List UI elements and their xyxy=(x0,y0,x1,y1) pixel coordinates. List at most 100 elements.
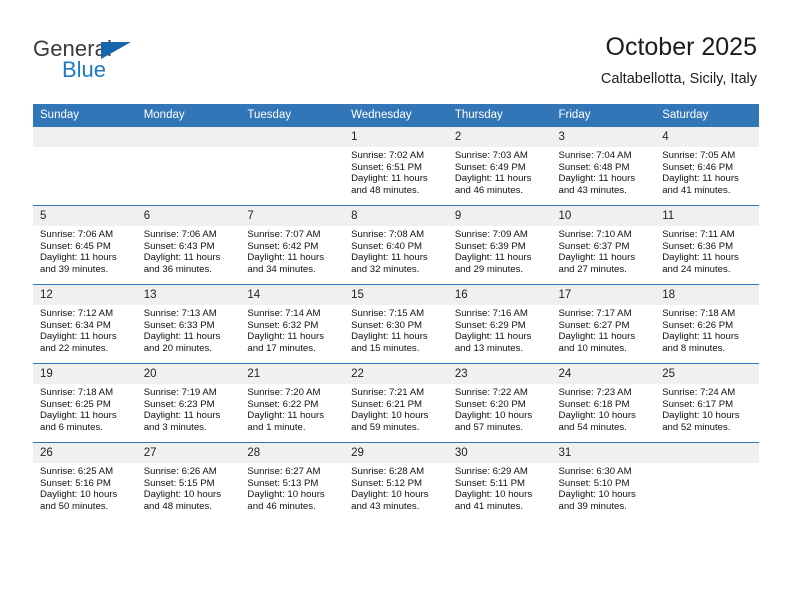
calendar-day-cell[interactable]: 29 Sunrise: 6:28 AM Sunset: 5:12 PM Dayligh… xyxy=(344,442,448,521)
calendar-week-row: 1 Sunrise: 7:02 AM Sunset: 6:51 PM Daylight… xyxy=(33,126,759,206)
calendar-day-cell[interactable]: 17 Sunrise: 7:17 AM Sunset: 6:27 PM Dayligh… xyxy=(551,284,656,364)
calendar-day-cell[interactable]: 18 Sunrise: 7:18 AM Sunset: 6:26 PM Dayligh… xyxy=(655,284,759,364)
day-number xyxy=(33,127,137,147)
calendar-day-cell[interactable]: 25 Sunrise: 7:24 AM Sunset: 6:17 PM Dayligh… xyxy=(655,363,759,443)
page-subtitle: Caltabellotta, Sicily, Italy xyxy=(600,71,757,87)
day-detail-line: Daylight: 11 hours xyxy=(143,331,221,343)
day-number: 5 xyxy=(33,206,137,226)
day-number: 6 xyxy=(136,206,241,226)
calendar-day-cell[interactable]: 14 Sunrise: 7:14 AM Sunset: 6:32 PM Dayligh… xyxy=(240,284,345,364)
calendar-day-cell[interactable]: 12 Sunrise: 7:12 AM Sunset: 6:34 PM Dayligh… xyxy=(33,284,137,364)
day-detail-line: Sunset: 6:25 PM xyxy=(40,398,111,410)
day-number: 14 xyxy=(240,285,345,305)
day-detail-line: Sunset: 5:12 PM xyxy=(351,477,423,489)
day-details: Sunrise: 7:19 AM Sunset: 6:23 PM Daylight:… xyxy=(137,384,241,433)
day-detail-line: Sunrise: 7:22 AM xyxy=(454,387,528,398)
day-details: Sunrise: 7:11 AM Sunset: 6:36 PM Daylight:… xyxy=(655,226,759,275)
day-detail-line: Daylight: 11 hours xyxy=(558,173,636,185)
calendar-week-row: 5 Sunrise: 7:06 AM Sunset: 6:45 PM Daylight… xyxy=(33,205,759,285)
day-details: Sunrise: 7:18 AM Sunset: 6:25 PM Daylight:… xyxy=(33,384,137,433)
title-block: October 2025 Caltabellotta, Sicily, Ital… xyxy=(601,32,757,89)
day-details: Sunrise: 7:14 AM Sunset: 6:32 PM Daylight:… xyxy=(240,305,344,354)
calendar-day-cell[interactable]: 13 Sunrise: 7:13 AM Sunset: 6:33 PM Dayligh… xyxy=(136,284,241,364)
page-header: General Blue October 2025 Caltabellotta,… xyxy=(0,0,792,100)
day-detail-line: Sunrise: 7:08 AM xyxy=(351,229,425,240)
general-blue-logo: General Blue xyxy=(33,36,233,82)
calendar-day-cell[interactable]: 22 Sunrise: 7:21 AM Sunset: 6:21 PM Dayligh… xyxy=(344,363,448,443)
calendar-day-cell[interactable]: 2 Sunrise: 7:03 AM Sunset: 6:49 PM Daylight… xyxy=(447,126,552,206)
calendar-day-cell[interactable]: 10 Sunrise: 7:10 AM Sunset: 6:37 PM Dayligh… xyxy=(551,205,656,285)
day-detail-line: and 8 minutes. xyxy=(662,342,726,354)
calendar-day-cell[interactable]: 20 Sunrise: 7:19 AM Sunset: 6:23 PM Dayligh… xyxy=(136,363,241,443)
calendar-day-cell[interactable]: 4 Sunrise: 7:05 AM Sunset: 6:46 PM Daylight… xyxy=(655,126,759,206)
day-number: 19 xyxy=(33,364,137,384)
day-detail-line: and 17 minutes. xyxy=(247,342,316,354)
day-detail-line: Sunrise: 6:25 AM xyxy=(40,466,114,477)
day-number xyxy=(240,127,345,147)
calendar-body: 1 Sunrise: 7:02 AM Sunset: 6:51 PM Daylight… xyxy=(33,126,759,521)
calendar-day-cell[interactable]: 8 Sunrise: 7:08 AM Sunset: 6:40 PM Daylight… xyxy=(344,205,448,285)
calendar-day-cell[interactable]: 6 Sunrise: 7:06 AM Sunset: 6:43 PM Daylight… xyxy=(136,205,241,285)
day-detail-line: Sunrise: 7:06 AM xyxy=(143,229,217,240)
day-detail-line: Sunrise: 7:14 AM xyxy=(247,308,321,319)
day-detail-line: and 57 minutes. xyxy=(454,421,524,433)
calendar-day-cell[interactable]: 3 Sunrise: 7:04 AM Sunset: 6:48 PM Daylight… xyxy=(551,126,656,206)
day-number: 16 xyxy=(447,285,552,305)
day-number: 12 xyxy=(33,285,137,305)
calendar-day-cell-empty xyxy=(33,126,137,206)
calendar-day-cell[interactable]: 30 Sunrise: 6:29 AM Sunset: 5:11 PM Dayligh… xyxy=(447,442,552,521)
day-detail-line: Sunrise: 7:13 AM xyxy=(143,308,217,319)
logo-text-blue: Blue xyxy=(62,57,107,82)
calendar-day-cell[interactable]: 11 Sunrise: 7:11 AM Sunset: 6:36 PM Dayligh… xyxy=(655,205,759,285)
day-detail-line: Sunrise: 7:21 AM xyxy=(351,387,425,398)
calendar-day-cell[interactable]: 19 Sunrise: 7:18 AM Sunset: 6:25 PM Dayligh… xyxy=(33,363,137,443)
day-detail-line: Sunrise: 7:17 AM xyxy=(558,308,632,319)
day-detail-line: Daylight: 11 hours xyxy=(662,252,739,264)
day-detail-line: Sunrise: 7:24 AM xyxy=(662,387,736,398)
day-number: 28 xyxy=(240,443,345,463)
day-detail-line: and 52 minutes. xyxy=(662,421,731,433)
day-details: Sunrise: 7:16 AM Sunset: 6:29 PM Daylight:… xyxy=(448,305,552,354)
calendar-day-cell[interactable]: 31 Sunrise: 6:30 AM Sunset: 5:10 PM Dayligh… xyxy=(551,442,656,521)
day-detail-line: Sunset: 5:13 PM xyxy=(247,477,319,489)
day-number: 18 xyxy=(655,285,759,305)
calendar-day-cell[interactable]: 16 Sunrise: 7:16 AM Sunset: 6:29 PM Dayligh… xyxy=(447,284,552,364)
day-detail-line: Sunrise: 7:19 AM xyxy=(143,387,217,398)
day-detail-line: and 27 minutes. xyxy=(558,263,627,275)
calendar-day-cell[interactable]: 15 Sunrise: 7:15 AM Sunset: 6:30 PM Dayligh… xyxy=(344,284,448,364)
calendar-week-row: 12 Sunrise: 7:12 AM Sunset: 6:34 PM Dayligh… xyxy=(33,284,759,364)
day-details xyxy=(137,147,241,150)
day-detail-line: and 48 minutes. xyxy=(351,184,420,196)
day-detail-line: and 54 minutes. xyxy=(558,421,627,433)
day-detail-line: Sunset: 5:10 PM xyxy=(558,477,630,489)
calendar-day-cell[interactable]: 26 Sunrise: 6:25 AM Sunset: 5:16 PM Dayligh… xyxy=(33,442,137,521)
day-detail-line: and 1 minute. xyxy=(247,421,306,433)
calendar-day-cell[interactable]: 9 Sunrise: 7:09 AM Sunset: 6:39 PM Daylight… xyxy=(447,205,552,285)
day-details: Sunrise: 6:28 AM Sunset: 5:12 PM Daylight:… xyxy=(344,463,448,512)
day-detail-line: Daylight: 11 hours xyxy=(40,252,117,264)
day-detail-line: and 10 minutes. xyxy=(558,342,627,354)
weekday-header-friday: Friday xyxy=(551,104,656,127)
day-detail-line: Daylight: 11 hours xyxy=(143,410,221,422)
day-detail-line: Daylight: 11 hours xyxy=(662,331,739,343)
day-detail-line: and 6 minutes. xyxy=(40,421,103,433)
calendar-week-row: 19 Sunrise: 7:18 AM Sunset: 6:25 PM Dayligh… xyxy=(33,363,759,443)
day-detail-line: and 43 minutes. xyxy=(351,500,420,512)
day-detail-line: Sunset: 6:48 PM xyxy=(558,161,630,173)
calendar-day-cell[interactable]: 27 Sunrise: 6:26 AM Sunset: 5:15 PM Dayligh… xyxy=(136,442,241,521)
day-detail-line: Daylight: 11 hours xyxy=(247,331,325,343)
weekday-header-monday: Monday xyxy=(136,104,241,127)
calendar-day-cell[interactable]: 1 Sunrise: 7:02 AM Sunset: 6:51 PM Daylight… xyxy=(344,126,448,206)
day-detail-line: Sunset: 6:17 PM xyxy=(662,398,734,410)
calendar-day-cell-empty xyxy=(136,126,241,206)
calendar-day-cell[interactable]: 7 Sunrise: 7:07 AM Sunset: 6:42 PM Daylight… xyxy=(240,205,345,285)
day-detail-line: Sunset: 6:27 PM xyxy=(558,319,630,331)
calendar-day-cell[interactable]: 5 Sunrise: 7:06 AM Sunset: 6:45 PM Daylight… xyxy=(33,205,137,285)
day-number: 9 xyxy=(447,206,552,226)
calendar-day-cell[interactable]: 24 Sunrise: 7:23 AM Sunset: 6:18 PM Dayligh… xyxy=(551,363,656,443)
day-number: 3 xyxy=(551,127,656,147)
day-number: 8 xyxy=(344,206,448,226)
calendar-day-cell[interactable]: 28 Sunrise: 6:27 AM Sunset: 5:13 PM Dayligh… xyxy=(240,442,345,521)
calendar-day-cell[interactable]: 21 Sunrise: 7:20 AM Sunset: 6:22 PM Dayligh… xyxy=(240,363,345,443)
calendar-day-cell[interactable]: 23 Sunrise: 7:22 AM Sunset: 6:20 PM Dayligh… xyxy=(447,363,552,443)
